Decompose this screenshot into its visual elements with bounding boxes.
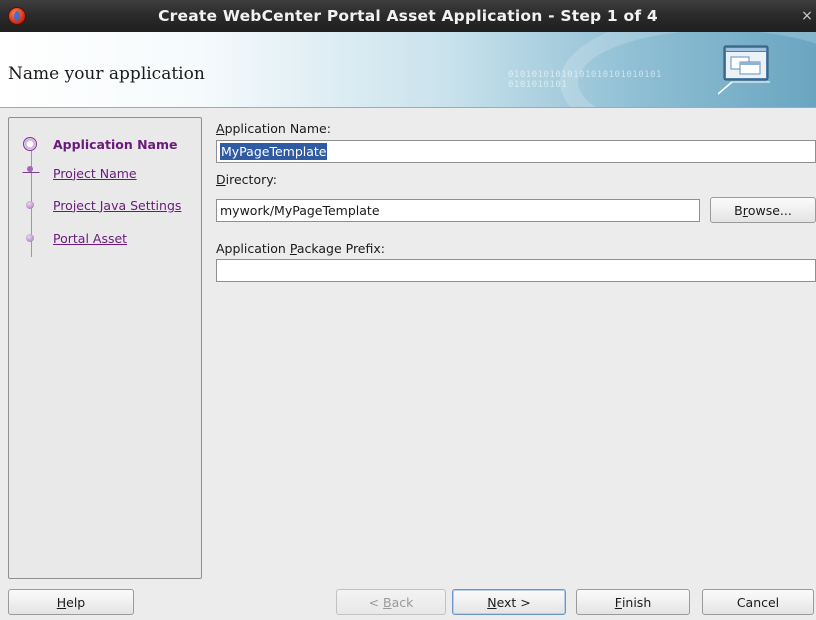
next-button[interactable]: Next > bbox=[452, 589, 566, 615]
page-title: Name your application bbox=[8, 64, 205, 84]
current-step-icon bbox=[23, 137, 37, 151]
package-prefix-label: Application Package Prefix: bbox=[216, 241, 385, 256]
browse-button[interactable]: Br owse... bbox=[710, 197, 816, 223]
step-label: Application Name bbox=[53, 136, 178, 152]
directory-value: mywork/MyPageTemplate bbox=[220, 203, 380, 218]
banner-binary-decoration: 01010101010101010101010101 0101010101 bbox=[508, 70, 662, 90]
step-walker-icon bbox=[23, 166, 37, 180]
step-label: Project Name bbox=[53, 165, 137, 181]
step-project-java-settings[interactable]: Project Java Settings bbox=[23, 195, 181, 215]
wizard-step-navigation: Application Name Project Name Project Ja… bbox=[8, 117, 202, 579]
package-prefix-field[interactable] bbox=[216, 259, 816, 282]
step-dot-icon bbox=[23, 198, 37, 212]
application-name-value: MyPageTemplate bbox=[220, 143, 328, 160]
wizard-header: 01010101010101010101010101 0101010101 Na… bbox=[0, 32, 816, 108]
application-name-field[interactable]: MyPageTemplate bbox=[216, 140, 816, 163]
directory-field[interactable]: mywork/MyPageTemplate bbox=[216, 199, 700, 222]
step-label: Portal Asset bbox=[53, 230, 128, 246]
wizard-window-icon bbox=[718, 45, 770, 95]
window-title: Create WebCenter Portal Asset Applicatio… bbox=[158, 7, 658, 25]
close-icon[interactable]: × bbox=[798, 0, 816, 32]
step-portal-asset[interactable]: Portal Asset bbox=[23, 228, 127, 248]
directory-label: Directory: bbox=[216, 172, 277, 187]
application-name-label: Application Name: bbox=[216, 121, 331, 136]
finish-button[interactable]: Finish bbox=[576, 589, 690, 615]
back-button[interactable]: < Back bbox=[336, 589, 446, 615]
step-dot-icon bbox=[23, 231, 37, 245]
title-bar: Create WebCenter Portal Asset Applicatio… bbox=[0, 0, 816, 32]
step-project-name[interactable]: Project Name bbox=[23, 163, 137, 183]
step-application-name[interactable]: Application Name bbox=[23, 134, 177, 154]
help-button[interactable]: Help bbox=[8, 589, 134, 615]
step-label: Project Java Settings bbox=[53, 197, 182, 213]
cancel-button[interactable]: Cancel bbox=[702, 589, 814, 615]
